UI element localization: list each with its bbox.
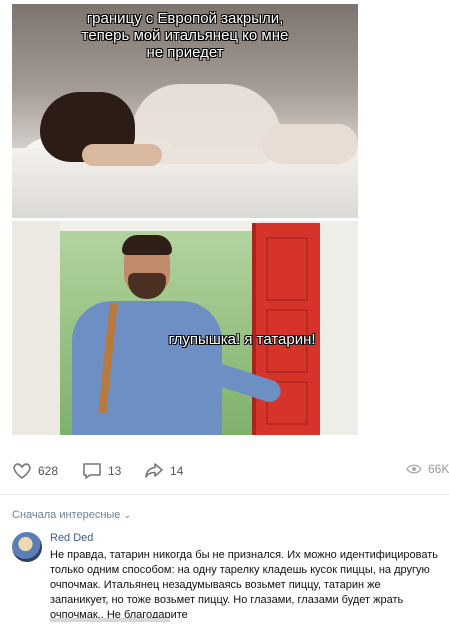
right-wall [318, 221, 358, 435]
comment-button[interactable]: 13 [82, 462, 121, 480]
woman-arm [82, 144, 162, 166]
like-count: 628 [38, 464, 59, 478]
share-button[interactable]: 14 [144, 462, 183, 480]
divider [0, 494, 449, 495]
view-count: 66K [428, 462, 449, 476]
red-door [252, 223, 320, 435]
meme-top-caption: границу с Европой закрыли, теперь мой ит… [81, 10, 289, 61]
comment-author[interactable]: Red Ded [50, 532, 93, 544]
man-hair [122, 235, 172, 255]
man-shirt [72, 301, 222, 435]
avatar[interactable] [12, 532, 42, 562]
chevron-down-icon: ⌄ [123, 510, 132, 520]
eye-icon [406, 464, 422, 474]
share-icon [145, 463, 163, 478]
comment-text: Не правда, татарин никогда бы не признал… [50, 549, 439, 621]
like-button[interactable]: 628 [12, 462, 58, 480]
woman-leg [262, 124, 358, 164]
comment-count: 13 [108, 464, 122, 478]
door-frame [60, 221, 260, 231]
door-panel [266, 237, 308, 301]
meme-bottom-caption: глупышка! я татарин! [168, 331, 316, 348]
heart-icon [13, 463, 31, 480]
views-counter: 66K [406, 462, 449, 476]
share-count: 14 [170, 464, 184, 478]
comment-meta-faded [50, 618, 170, 622]
comment-icon [83, 463, 101, 479]
meme-top-panel: границу с Европой закрыли, теперь мой ит… [12, 4, 358, 218]
comment-sort-dropdown[interactable]: Сначала интересные ⌄ [12, 509, 131, 521]
meme-bottom-panel: глупышка! я татарин! [12, 221, 358, 435]
post-actions: 628 13 14 66K [12, 462, 449, 486]
sort-label: Сначала интересные [12, 509, 121, 521]
